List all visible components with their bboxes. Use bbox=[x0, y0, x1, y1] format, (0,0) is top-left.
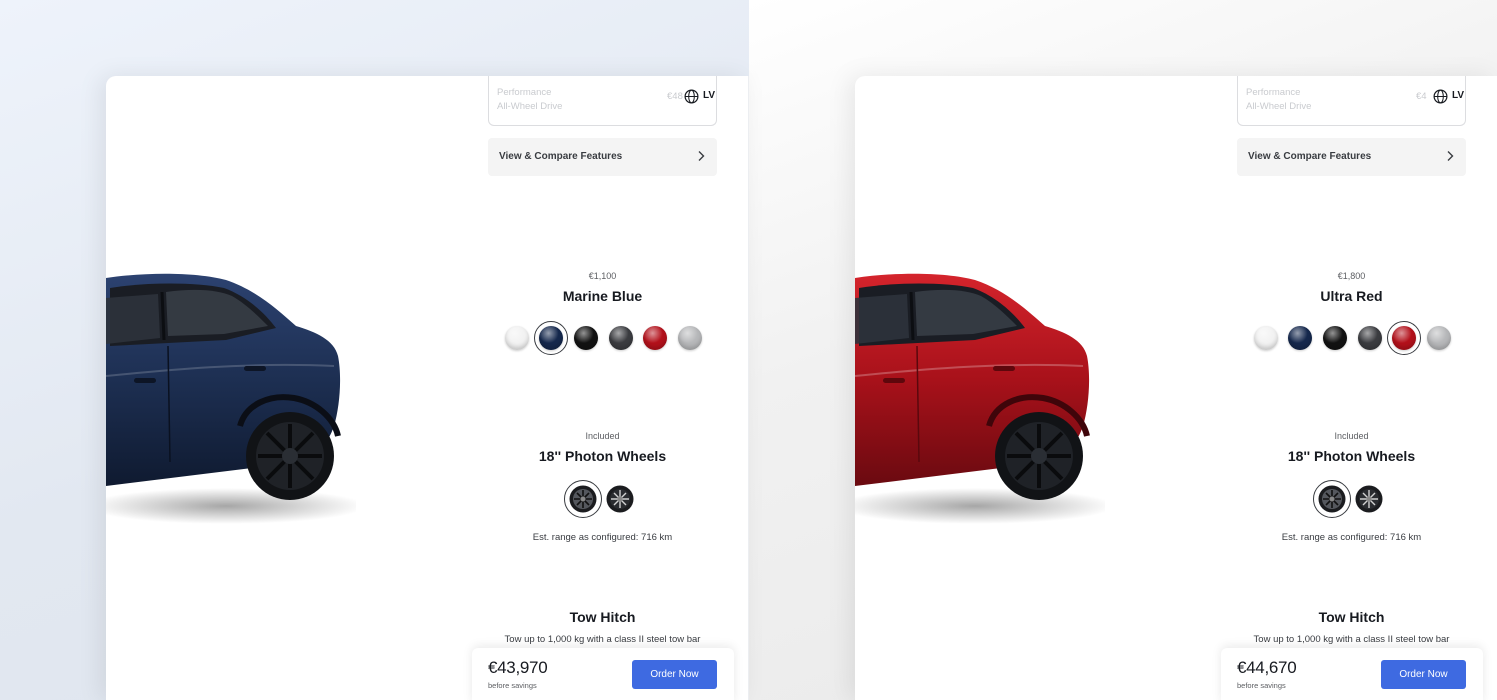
trim-price: €48 bbox=[667, 91, 683, 102]
paint-swatch-marine-blue[interactable] bbox=[534, 321, 568, 355]
paint-swatch-solid-black[interactable] bbox=[574, 326, 598, 350]
wheel-price: Included bbox=[1334, 431, 1369, 441]
trim-name: Performance All-Wheel Drive bbox=[497, 87, 563, 112]
order-now-button[interactable]: Order Now bbox=[1381, 660, 1466, 689]
wheel-name: 18'' Photon Wheels bbox=[538, 448, 667, 464]
view-compare-features-button[interactable]: View & Compare Features bbox=[488, 138, 717, 176]
paint-swatch-marine-blue[interactable] bbox=[1288, 326, 1312, 350]
paint-swatch-row bbox=[488, 319, 717, 355]
car-side-illustration bbox=[106, 273, 356, 524]
paint-price: €1,100 bbox=[588, 271, 617, 281]
trim-option-card[interactable]: Performance All-Wheel Drive €48 bbox=[488, 76, 717, 126]
range-estimate: Est. range as configured: 716 km bbox=[1281, 532, 1422, 543]
compare-button-label: View & Compare Features bbox=[499, 151, 623, 162]
paint-swatch-ultra-red[interactable] bbox=[643, 326, 667, 350]
paint-swatch-pearl-white[interactable] bbox=[1254, 326, 1278, 350]
total-price: €43,970 bbox=[488, 658, 548, 677]
chevron-right-icon bbox=[1447, 151, 1454, 161]
paint-swatch-quicksilver[interactable] bbox=[678, 326, 702, 350]
order-now-button[interactable]: Order Now bbox=[632, 660, 717, 689]
paint-name: Ultra Red bbox=[1320, 288, 1383, 304]
trim-option-card[interactable]: Performance All-Wheel Drive €4 bbox=[1237, 76, 1466, 126]
paint-swatch-stealth-grey[interactable] bbox=[1358, 326, 1382, 350]
order-footer: €43,970 before savings Order Now bbox=[472, 648, 734, 700]
config-column: Performance All-Wheel Drive €48 LV View … bbox=[472, 76, 734, 700]
trim-price: €4 bbox=[1416, 91, 1427, 102]
globe-icon[interactable] bbox=[1433, 89, 1448, 104]
compare-button-label: View & Compare Features bbox=[1248, 151, 1372, 162]
wheel-option-row bbox=[488, 480, 717, 520]
wheel-option-photon[interactable] bbox=[564, 480, 602, 518]
wheel-option-sport[interactable] bbox=[606, 485, 634, 513]
before-savings-note: before savings bbox=[1237, 681, 1286, 690]
tow-hitch-description: Tow up to 1,000 kg with a class II steel… bbox=[504, 634, 701, 645]
paint-price: €1,800 bbox=[1337, 271, 1366, 281]
wheel-option-row bbox=[1237, 480, 1466, 520]
car-image bbox=[855, 266, 1105, 536]
tow-hitch-description: Tow up to 1,000 kg with a class II steel… bbox=[1253, 634, 1450, 645]
paint-swatch-row bbox=[1237, 319, 1466, 355]
config-column: Performance All-Wheel Drive €4 LV View &… bbox=[1221, 76, 1483, 700]
wheel-price: Included bbox=[585, 431, 620, 441]
wheel-name: 18'' Photon Wheels bbox=[1287, 448, 1416, 464]
paint-swatch-ultra-red[interactable] bbox=[1387, 321, 1421, 355]
before-savings-note: before savings bbox=[488, 681, 537, 690]
view-compare-features-button[interactable]: View & Compare Features bbox=[1237, 138, 1466, 176]
paint-name: Marine Blue bbox=[562, 288, 643, 304]
trim-name: Performance All-Wheel Drive bbox=[1246, 87, 1312, 112]
paint-swatch-pearl-white[interactable] bbox=[505, 326, 529, 350]
configurator-panel-blue: Performance All-Wheel Drive €48 LV View … bbox=[106, 76, 749, 700]
total-price: €44,670 bbox=[1237, 658, 1297, 677]
car-image bbox=[106, 266, 356, 536]
chevron-right-icon bbox=[698, 151, 705, 161]
paint-swatch-stealth-grey[interactable] bbox=[609, 326, 633, 350]
language-selector[interactable]: LV bbox=[1452, 90, 1464, 101]
tow-hitch-title: Tow Hitch bbox=[569, 609, 636, 625]
configurator-panel-red: Performance All-Wheel Drive €4 LV View &… bbox=[855, 76, 1497, 700]
order-footer: €44,670 before savings Order Now bbox=[1221, 648, 1483, 700]
wheel-option-sport[interactable] bbox=[1355, 485, 1383, 513]
paint-swatch-solid-black[interactable] bbox=[1323, 326, 1347, 350]
language-selector[interactable]: LV bbox=[703, 90, 715, 101]
paint-swatch-quicksilver[interactable] bbox=[1427, 326, 1451, 350]
globe-icon[interactable] bbox=[684, 89, 699, 104]
wheel-option-photon[interactable] bbox=[1313, 480, 1351, 518]
range-estimate: Est. range as configured: 716 km bbox=[532, 532, 673, 543]
tow-hitch-title: Tow Hitch bbox=[1318, 609, 1385, 625]
car-side-illustration bbox=[855, 273, 1105, 524]
